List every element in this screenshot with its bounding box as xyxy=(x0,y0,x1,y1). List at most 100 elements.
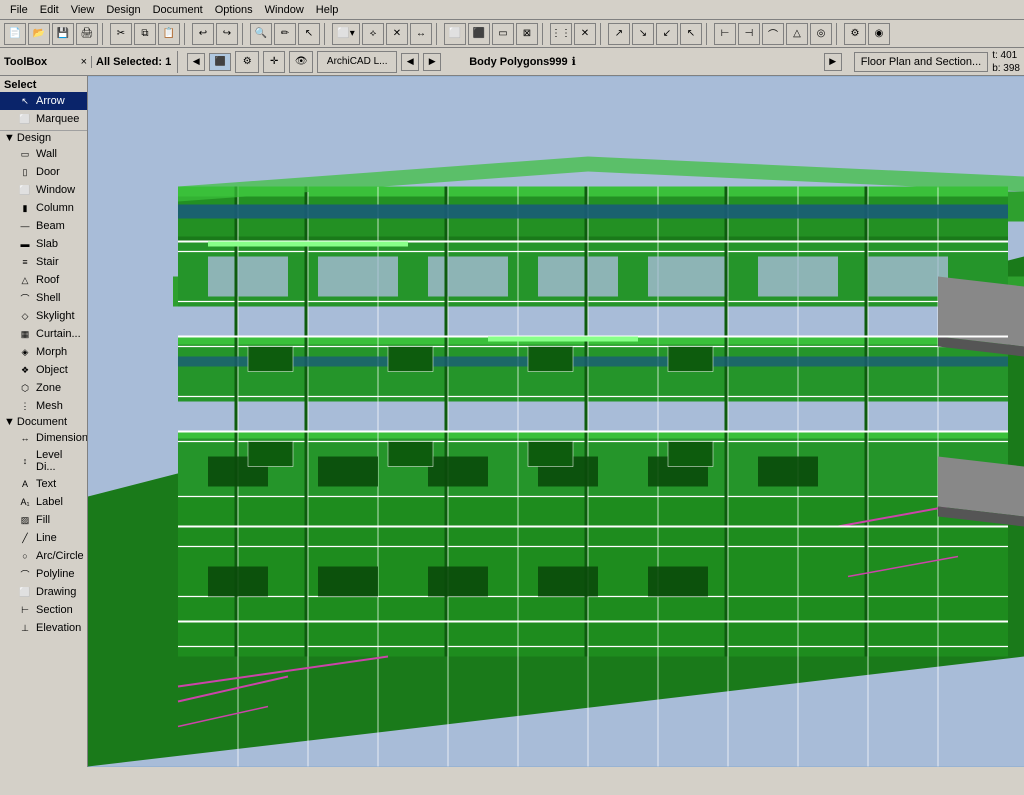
tool-mesh[interactable]: ⋮ Mesh xyxy=(0,397,87,415)
document-section-header[interactable]: ▼ Document xyxy=(0,415,87,429)
wall-label: Wall xyxy=(36,148,57,160)
menu-edit[interactable]: Edit xyxy=(34,2,65,18)
tool-morph[interactable]: ◈ Morph xyxy=(0,343,87,361)
settings-btn[interactable]: ⚙ xyxy=(235,51,259,73)
tool-arc[interactable]: ○ Arc/Circle xyxy=(0,547,87,565)
tb22[interactable]: ⌒ xyxy=(762,23,784,45)
tool-door[interactable]: ▯ Door xyxy=(0,163,87,181)
menu-document[interactable]: Document xyxy=(147,2,209,18)
tool-label[interactable]: A₁ Label xyxy=(0,493,87,511)
select-all-btn[interactable]: ⬜▾ xyxy=(332,23,360,45)
tb20[interactable]: ⊢ xyxy=(714,23,736,45)
tool-fill[interactable]: ▨ Fill xyxy=(0,511,87,529)
tb11[interactable]: ⬛ xyxy=(468,23,490,45)
slab-icon: ▬ xyxy=(18,237,32,251)
tool-beam[interactable]: — Beam xyxy=(0,217,87,235)
coord-b: b: 398 xyxy=(992,62,1020,75)
tool-skylight[interactable]: ◇ Skylight xyxy=(0,307,87,325)
tool-section[interactable]: ⊢ Section xyxy=(0,601,87,619)
zoom-btn[interactable]: 🔍 xyxy=(250,23,272,45)
menu-window[interactable]: Window xyxy=(259,2,310,18)
menu-file[interactable]: File xyxy=(4,2,34,18)
design-section-header[interactable]: ▼ Design xyxy=(0,131,87,145)
viewport-3d[interactable] xyxy=(88,76,1024,767)
tool-column[interactable]: ▮ Column xyxy=(0,199,87,217)
print-btn[interactable]: 🖨 xyxy=(76,23,98,45)
tb14[interactable]: ⋮⋮ xyxy=(550,23,572,45)
tool-marquee[interactable]: ⬜ Marquee xyxy=(0,110,87,128)
tool-level-dim[interactable]: ↕ Level Di... xyxy=(0,447,87,475)
tb25[interactable]: ⚙ xyxy=(844,23,866,45)
window-label: Window xyxy=(36,184,75,196)
main-layout: Select ↖ Arrow ⬜ Marquee ▼ Design ▭ Wall xyxy=(0,76,1024,767)
tool-roof[interactable]: △ Roof xyxy=(0,271,87,289)
arc-icon: ○ xyxy=(18,549,32,563)
tb24[interactable]: ◎ xyxy=(810,23,832,45)
tb18[interactable]: ↙ xyxy=(656,23,678,45)
tool-arrow[interactable]: ↖ Arrow xyxy=(0,92,87,110)
tb12[interactable]: ▭ xyxy=(492,23,514,45)
eye-btn[interactable]: 👁 xyxy=(289,51,313,73)
save-btn[interactable]: 💾 xyxy=(52,23,74,45)
tb26[interactable]: ◉ xyxy=(868,23,890,45)
menu-bar: File Edit View Design Document Options W… xyxy=(0,0,1024,20)
menu-design[interactable]: Design xyxy=(100,2,146,18)
nav-play-btn[interactable]: ▶ xyxy=(423,53,441,71)
nav-right1-btn[interactable]: ▶ xyxy=(824,53,842,71)
document-triangle-icon: ▼ xyxy=(4,416,15,428)
pointer-btn[interactable]: ↖ xyxy=(298,23,320,45)
tool-drawing[interactable]: ⬜ Drawing xyxy=(0,583,87,601)
select-element-btn[interactable]: ⬛ xyxy=(209,53,231,71)
document-label: Document xyxy=(17,416,67,428)
undo-btn[interactable]: ↩ xyxy=(192,23,214,45)
archicad-btn[interactable]: ArchiCAD L... xyxy=(317,51,397,73)
tb8[interactable]: ✕ xyxy=(386,23,408,45)
tb15[interactable]: ✕ xyxy=(574,23,596,45)
redo-btn[interactable]: ↪ xyxy=(216,23,238,45)
menu-options[interactable]: Options xyxy=(209,2,259,18)
info-toolbar: ToolBox × All Selected: 1 ◀ ⬛ ⚙ ✛ 👁 Arch… xyxy=(0,48,1024,76)
tool-stair[interactable]: ≡ Stair xyxy=(0,253,87,271)
menu-help[interactable]: Help xyxy=(310,2,345,18)
tool-object[interactable]: ❖ Object xyxy=(0,361,87,379)
skylight-label: Skylight xyxy=(36,310,75,322)
line-icon: ╱ xyxy=(18,531,32,545)
tool-elevation[interactable]: ⊥ Elevation xyxy=(0,619,87,637)
toolbox-close[interactable]: × xyxy=(81,56,87,68)
prev-element-btn[interactable]: ◀ xyxy=(187,53,205,71)
tb13[interactable]: ⊠ xyxy=(516,23,538,45)
tb7[interactable]: ⟡ xyxy=(362,23,384,45)
tool-curtain[interactable]: ▦ Curtain... xyxy=(0,325,87,343)
tool-slab[interactable]: ▬ Slab xyxy=(0,235,87,253)
tb16[interactable]: ↗ xyxy=(608,23,630,45)
pencil-btn[interactable]: ✏ xyxy=(274,23,296,45)
copy-btn[interactable]: ⧉ xyxy=(134,23,156,45)
tb9[interactable]: ↔ xyxy=(410,23,432,45)
level-dim-label: Level Di... xyxy=(36,449,83,473)
door-label: Door xyxy=(36,166,60,178)
new-btn[interactable]: 📄 xyxy=(4,23,26,45)
tool-dimension[interactable]: ↔ Dimension xyxy=(0,429,87,447)
tb17[interactable]: ↘ xyxy=(632,23,654,45)
tb10[interactable]: ⬜ xyxy=(444,23,466,45)
tool-wall[interactable]: ▭ Wall xyxy=(0,145,87,163)
cut-btn[interactable]: ✂ xyxy=(110,23,132,45)
arrow-label: Arrow xyxy=(36,95,65,107)
crosshair-btn[interactable]: ✛ xyxy=(263,51,285,73)
tb19[interactable]: ↖ xyxy=(680,23,702,45)
tb21[interactable]: ⊣ xyxy=(738,23,760,45)
paste-btn[interactable]: 📋 xyxy=(158,23,180,45)
tool-zone[interactable]: ⬡ Zone xyxy=(0,379,87,397)
nav-prev-btn[interactable]: ◀ xyxy=(401,53,419,71)
tool-text[interactable]: A Text xyxy=(0,475,87,493)
menu-view[interactable]: View xyxy=(65,2,101,18)
shell-icon: ⌒ xyxy=(18,291,32,305)
level-dim-icon: ↕ xyxy=(18,454,32,468)
tool-window[interactable]: ⬜ Window xyxy=(0,181,87,199)
floor-plan-btn[interactable]: Floor Plan and Section... xyxy=(854,52,988,72)
tool-line[interactable]: ╱ Line xyxy=(0,529,87,547)
tool-polyline[interactable]: ⌒ Polyline xyxy=(0,565,87,583)
tb23[interactable]: △ xyxy=(786,23,808,45)
tool-shell[interactable]: ⌒ Shell xyxy=(0,289,87,307)
open-btn[interactable]: 📂 xyxy=(28,23,50,45)
